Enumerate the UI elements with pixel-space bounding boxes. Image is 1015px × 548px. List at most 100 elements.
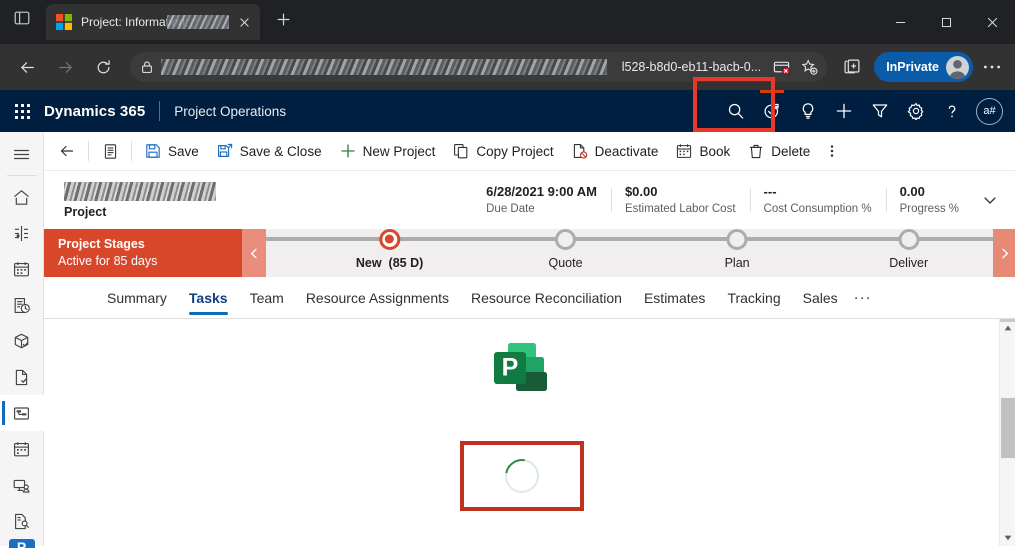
- metric-label: Progress %: [899, 203, 959, 215]
- tab-sales[interactable]: Sales: [792, 277, 849, 319]
- sidebar-item-expenses[interactable]: [0, 323, 44, 359]
- microsoft-logo-icon: [56, 14, 72, 30]
- tab-close-icon[interactable]: [234, 12, 254, 32]
- app-name-label[interactable]: Project Operations: [174, 104, 286, 119]
- collections-icon[interactable]: [836, 51, 868, 83]
- user-avatar[interactable]: a#: [976, 97, 1003, 125]
- delete-button[interactable]: Delete: [739, 134, 819, 168]
- loading-indicator-highlight: [459, 441, 584, 511]
- scroll-down-arrow-icon[interactable]: [1000, 529, 1015, 546]
- tab-summary[interactable]: Summary: [96, 277, 178, 319]
- trial-status-icon[interactable]: [754, 90, 790, 132]
- sidebar-item-approvals[interactable]: [0, 359, 44, 395]
- window-minimize-button[interactable]: [877, 0, 923, 44]
- copy-project-label: Copy Project: [476, 143, 554, 159]
- stage-marker: [898, 228, 920, 250]
- content-scrollbar[interactable]: [999, 319, 1015, 546]
- browser-tab-title: Project: Information: e b: [81, 14, 234, 30]
- help-question-icon[interactable]: [934, 90, 970, 132]
- stage-marker: [555, 228, 577, 250]
- process-stage-plan[interactable]: Plan: [725, 228, 750, 270]
- window-close-button[interactable]: [969, 0, 1015, 44]
- filter-funnel-icon[interactable]: [862, 90, 898, 132]
- lock-icon: [142, 61, 152, 73]
- sidebar-item-resource-requests[interactable]: [0, 467, 44, 503]
- new-project-button[interactable]: New Project: [331, 134, 445, 168]
- process-prev-button[interactable]: [242, 229, 266, 277]
- app-launcher-waffle-icon[interactable]: [0, 90, 44, 132]
- sidebar-item-projects[interactable]: [0, 395, 44, 431]
- tab-resource-reconciliation[interactable]: Resource Reconciliation: [460, 277, 633, 319]
- chevron-down-icon[interactable]: [973, 183, 1007, 217]
- command-overflow-icon[interactable]: [819, 134, 845, 168]
- search-icon[interactable]: [718, 90, 754, 132]
- d365-brand[interactable]: Dynamics 365: [44, 103, 145, 120]
- project-app-badge[interactable]: P: [8, 539, 35, 548]
- lightbulb-idea-icon[interactable]: [790, 90, 826, 132]
- sidebar-item-recent[interactable]: [0, 215, 44, 251]
- process-next-button[interactable]: [993, 229, 1015, 277]
- plus-icon: [340, 144, 355, 158]
- sidebar-item-bookings[interactable]: [0, 431, 44, 467]
- inprivate-label: InPrivate: [886, 60, 939, 74]
- process-flow-label[interactable]: Project Stages Active for 85 days: [44, 229, 242, 277]
- quick-create-plus-icon[interactable]: [826, 90, 862, 132]
- book-button[interactable]: Book: [667, 134, 739, 168]
- new-tab-button[interactable]: [269, 6, 297, 34]
- site-map-hamburger[interactable]: [0, 136, 44, 172]
- tab-tracking[interactable]: Tracking: [716, 277, 791, 319]
- settings-gear-icon[interactable]: [898, 90, 934, 132]
- browser-settings-more-icon[interactable]: [977, 51, 1007, 83]
- form-list-icon[interactable]: [93, 134, 127, 168]
- deactivate-button[interactable]: Deactivate: [563, 134, 668, 168]
- save-button[interactable]: Save: [136, 134, 208, 168]
- tab-resource-assignments[interactable]: Resource Assignments: [295, 277, 460, 319]
- browser-back-button[interactable]: [11, 51, 43, 83]
- new-project-label: New Project: [362, 143, 436, 159]
- process-stage-quote[interactable]: Quote: [548, 228, 583, 270]
- d365-app-header: Dynamics 365 Project Operations a#: [0, 90, 1015, 132]
- window-maximize-button[interactable]: [923, 0, 969, 44]
- command-divider: [88, 141, 89, 161]
- tab-estimates[interactable]: Estimates: [633, 277, 716, 319]
- record-name-redaction: [64, 181, 216, 201]
- popup-blocked-icon[interactable]: [767, 54, 795, 80]
- metric-progress[interactable]: 0.00 Progress %: [885, 183, 973, 217]
- save-close-icon: [217, 143, 232, 157]
- process-stage-new[interactable]: New (85 D): [356, 228, 423, 270]
- inprivate-profile-button[interactable]: InPrivate: [874, 52, 973, 82]
- process-title: Project Stages: [58, 237, 145, 251]
- process-stage-track: New (85 D) Quote Plan Deliver: [266, 228, 993, 277]
- address-bar-url: l528-b8d0-eb11-bacb-0...: [161, 58, 767, 76]
- deactivate-label: Deactivate: [594, 143, 659, 159]
- tab-overflow-icon[interactable]: ···: [849, 277, 877, 319]
- browser-tab[interactable]: Project: Information: e b: [46, 4, 260, 40]
- add-favorite-star-icon[interactable]: [795, 54, 823, 80]
- save-and-close-label: Save & Close: [239, 143, 322, 159]
- browser-forward-button[interactable]: [49, 51, 81, 83]
- sidebar-item-resources[interactable]: [0, 503, 44, 539]
- process-stage-deliver[interactable]: Deliver: [889, 228, 928, 270]
- scrollbar-track[interactable]: [1000, 336, 1015, 529]
- microsoft-project-logo-icon: P: [493, 343, 547, 391]
- save-and-close-button[interactable]: Save & Close: [208, 134, 331, 168]
- tab-tasks[interactable]: Tasks: [178, 277, 239, 319]
- browser-refresh-button[interactable]: [87, 51, 119, 83]
- tab-team[interactable]: Team: [239, 277, 295, 319]
- metric-estimated-labor-cost[interactable]: $0.00 Estimated Labor Cost: [610, 183, 750, 217]
- sidebar-item-time-entries[interactable]: [0, 287, 44, 323]
- copy-project-button[interactable]: Copy Project: [444, 134, 562, 168]
- metric-cost-consumption[interactable]: --- Cost Consumption %: [749, 183, 886, 217]
- form-tab-strip: Summary Tasks Team Resource Assignments …: [44, 277, 1015, 319]
- form-back-button[interactable]: [50, 134, 84, 168]
- scroll-thumb[interactable]: [1000, 398, 1015, 458]
- url-redaction: [161, 59, 608, 75]
- loading-spinner-icon: [497, 452, 546, 500]
- sidebar-item-schedule[interactable]: [0, 251, 44, 287]
- save-label: Save: [168, 143, 199, 159]
- address-bar[interactable]: l528-b8d0-eb11-bacb-0...: [130, 52, 828, 82]
- calendar-book-icon: [677, 144, 692, 158]
- tab-search-icon[interactable]: [8, 4, 36, 32]
- sidebar-item-home[interactable]: [0, 179, 44, 215]
- metric-due-date[interactable]: 6/28/2021 9:00 AM Due Date: [472, 183, 611, 217]
